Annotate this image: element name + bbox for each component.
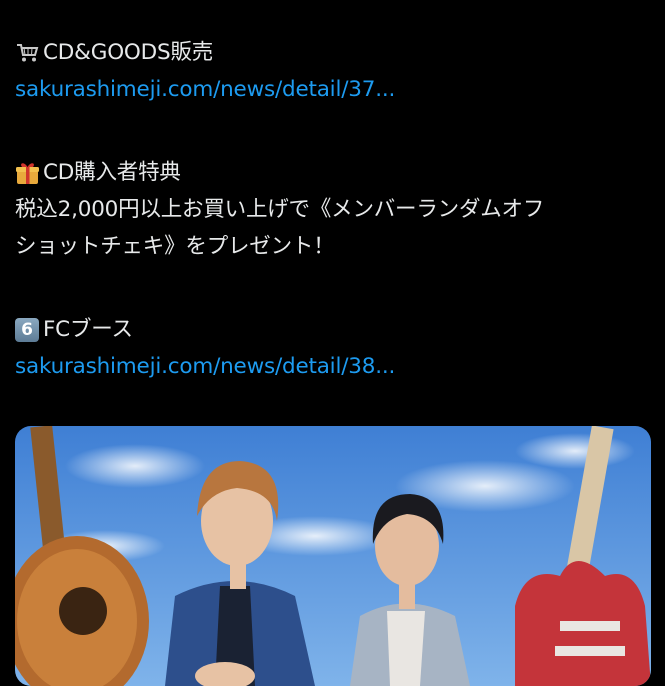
fc-booth-link-line: sakurashimeji.com/news/detail/38... [15, 348, 655, 385]
cd-goods-heading-line: CD&GOODS販売 [15, 34, 655, 71]
fc-booth-heading-line: 6 FCブース [15, 311, 655, 348]
cd-bonus-body-2: ショットチェキ》をプレゼント！ [15, 234, 335, 259]
cd-bonus-body-1: 税込2,000円以上お買い上げで《メンバーランダムオフ [15, 197, 545, 222]
cd-goods-link-line: sakurashimeji.com/news/detail/37... [15, 71, 655, 108]
cd-bonus-heading: CD購入者特典 [43, 160, 181, 185]
cd-bonus-heading-line: CD購入者特典 [15, 154, 655, 191]
gift-icon [15, 160, 40, 185]
tweet-text: CD&GOODS販売 sakurashimeji.com/news/detail… [15, 34, 655, 385]
tweet-photo[interactable] [15, 426, 651, 686]
cd-goods-heading: CD&GOODS販売 [43, 40, 214, 65]
cd-bonus-body-line-2: ショットチェキ》をプレゼント！ [15, 228, 655, 265]
fc-booth-link[interactable]: sakurashimeji.com/news/detail/38... [15, 348, 395, 385]
keycap-6-icon: 6 [15, 317, 39, 342]
cd-goods-link[interactable]: sakurashimeji.com/news/detail/37... [15, 71, 395, 108]
cd-bonus-body-line-1: 税込2,000円以上お買い上げで《メンバーランダムオフ [15, 191, 655, 228]
band-photo [15, 426, 651, 686]
fc-booth-heading: FCブース [43, 317, 133, 342]
shopping-cart-icon [15, 40, 40, 65]
